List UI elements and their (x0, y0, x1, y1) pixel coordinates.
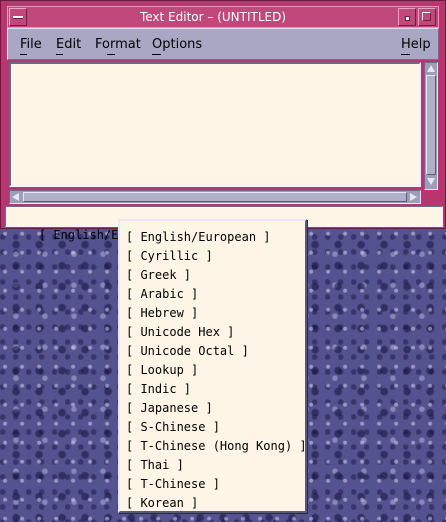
menu-item-thai[interactable]: [ Thai ] (126, 456, 307, 475)
menu-file[interactable]: File (20, 37, 42, 52)
scroll-down-arrow-icon[interactable] (427, 178, 435, 185)
menu-item-hebrew[interactable]: [ Hebrew ] (126, 304, 307, 323)
scroll-right-arrow-icon[interactable] (410, 193, 417, 201)
menu-item-english-european[interactable]: [ English/European ] (126, 228, 307, 247)
text-area[interactable] (9, 62, 421, 187)
menu-item-t-chinese-hong-kong[interactable]: [ T-Chinese (Hong Kong) ] (126, 437, 307, 456)
menu-format[interactable]: Format (95, 37, 141, 52)
mnemonic-underline-file (20, 54, 27, 55)
menu-item-lookup[interactable]: [ Lookup ] (126, 361, 307, 380)
mnemonic-underline-help (401, 54, 410, 55)
title-bar[interactable]: Text Editor – (UNTITLED) (7, 6, 439, 28)
menu-edit[interactable]: Edit (56, 37, 81, 52)
minimize-icon (405, 16, 410, 21)
menu-edit-label: Edit (56, 37, 82, 52)
menu-item-greek[interactable]: [ Greek ] (126, 266, 307, 285)
menu-bar: File Edit Format Options Help (7, 28, 439, 60)
menu-help-label: Help (401, 37, 431, 52)
menu-item-unicode-octal[interactable]: [ Unicode Octal ] (126, 342, 307, 361)
mnemonic-underline-edit (56, 54, 63, 55)
vertical-scroll-thumb[interactable] (426, 75, 436, 175)
menu-item-unicode-hex[interactable]: [ Unicode Hex ] (126, 323, 307, 342)
menu-item-t-chinese[interactable]: [ T-Chinese ] (126, 475, 307, 494)
minimize-button[interactable] (398, 8, 416, 26)
menu-item-japanese[interactable]: [ Japanese ] (126, 399, 307, 418)
scroll-left-arrow-icon[interactable] (12, 193, 19, 201)
maximize-button[interactable] (418, 8, 436, 26)
menu-options[interactable]: Options (152, 37, 202, 52)
menu-item-korean[interactable]: [ Korean ] (126, 494, 307, 513)
menu-file-label: File (20, 37, 42, 52)
horizontal-scrollbar[interactable] (9, 190, 421, 204)
scroll-up-arrow-icon[interactable] (427, 65, 435, 72)
maximize-icon (422, 12, 431, 21)
window-title: Text Editor – (UNTITLED) (139, 10, 287, 24)
input-method-menu: [ English/European ][ Cyrillic ][ Greek … (118, 219, 307, 513)
text-editor-window: Text Editor – (UNTITLED) File Edit Forma… (0, 0, 446, 242)
menu-item-cyrillic[interactable]: [ Cyrillic ] (126, 247, 307, 266)
window-menu-button[interactable] (9, 8, 27, 26)
menu-item-indic[interactable]: [ Indic ] (126, 380, 307, 399)
window-menu-icon (13, 16, 23, 19)
menu-format-label: Format (95, 37, 141, 52)
menu-help[interactable]: Help (401, 37, 431, 52)
vertical-scrollbar[interactable] (424, 62, 438, 190)
horizontal-scroll-thumb[interactable] (23, 192, 407, 202)
menu-item-arabic[interactable]: [ Arabic ] (126, 285, 307, 304)
menu-item-s-chinese[interactable]: [ S-Chinese ] (126, 418, 307, 437)
menu-options-label: Options (152, 37, 203, 52)
mnemonic-underline-options (152, 54, 161, 55)
input-method-list: [ English/European ][ Cyrillic ][ Greek … (126, 228, 307, 513)
mnemonic-underline-format (107, 54, 115, 55)
